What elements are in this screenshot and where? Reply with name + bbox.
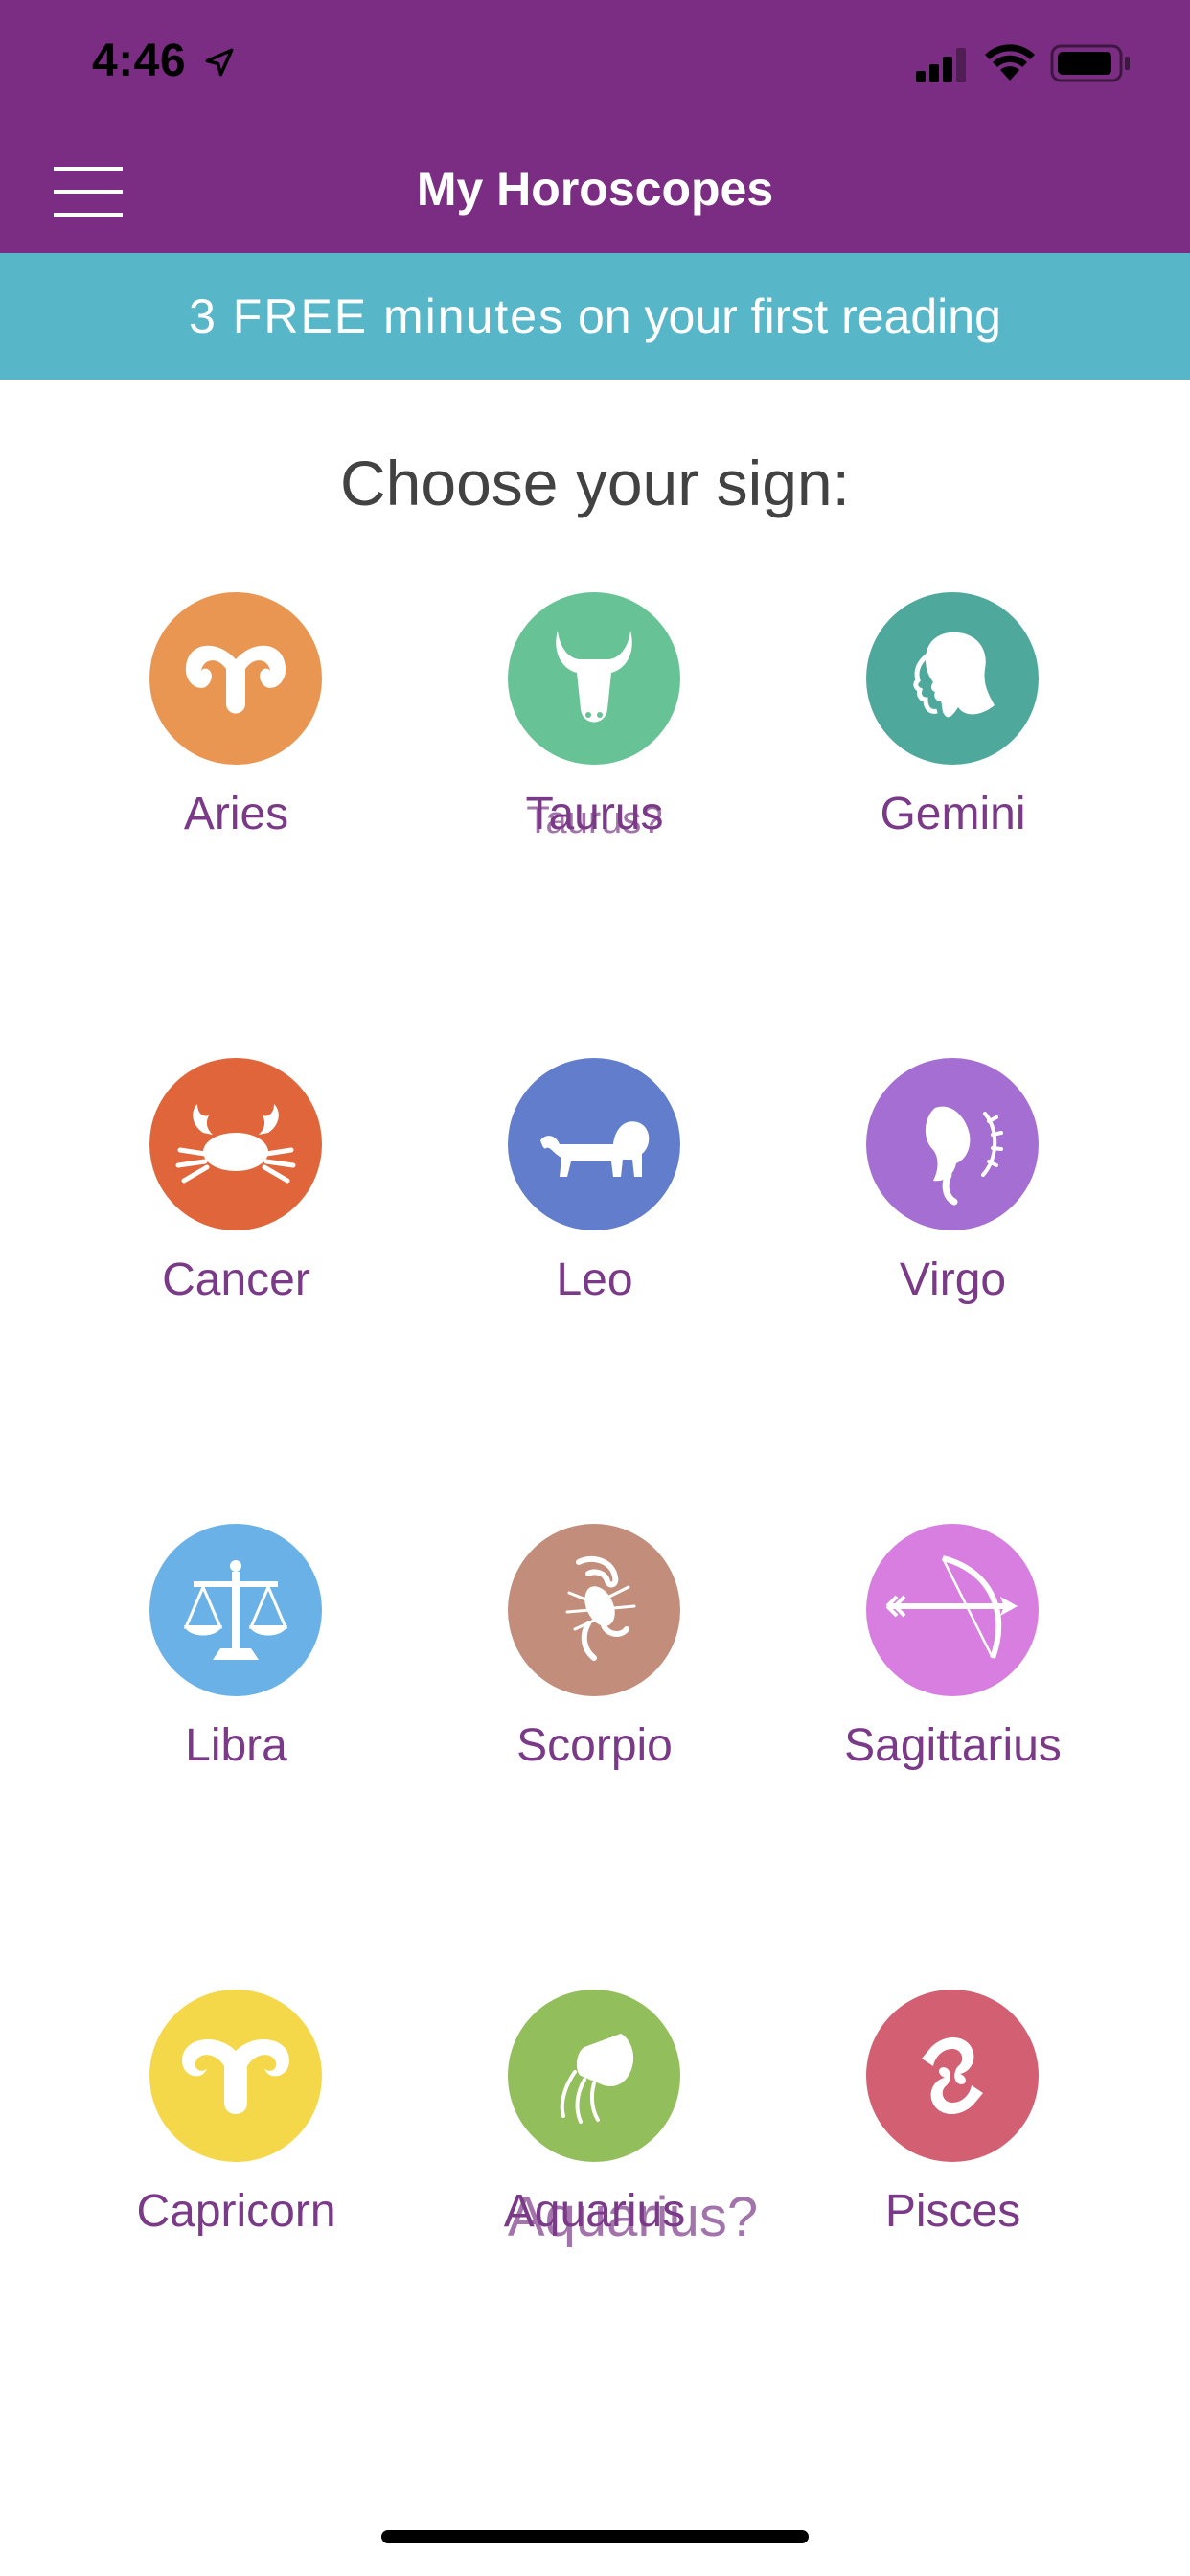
sign-label: Aries xyxy=(183,789,289,840)
sign-gemini[interactable]: Gemini xyxy=(774,592,1132,880)
sign-aquarius[interactable]: Aquarius Aquarius? xyxy=(416,1990,773,2277)
sign-circle xyxy=(508,592,680,765)
sign-cancer[interactable]: Cancer xyxy=(57,1058,415,1346)
twins-icon xyxy=(913,632,995,718)
sign-circle xyxy=(866,592,1039,765)
sign-circle xyxy=(149,1524,322,1696)
location-arrow-icon xyxy=(205,48,234,77)
sign-label: Sagittarius xyxy=(844,1720,1062,1771)
sign-circle xyxy=(866,1058,1039,1230)
sign-circle xyxy=(508,1990,680,2162)
cellular-signal-icon xyxy=(916,48,966,82)
sign-ghost-label: Aquarius? xyxy=(507,2186,759,2248)
sign-ghost-label: Taurus? xyxy=(526,799,663,841)
sign-circle xyxy=(149,592,322,765)
sign-circle xyxy=(508,1058,680,1230)
goat-icon xyxy=(182,2038,289,2114)
ram-icon xyxy=(185,645,286,714)
sign-pisces[interactable]: Pisces xyxy=(774,1990,1132,2277)
scales-icon xyxy=(183,1560,288,1660)
scorpion-icon xyxy=(565,1555,636,1661)
promo-banner[interactable]: 3 FREE minutes on your first reading xyxy=(0,253,1190,380)
crab-icon xyxy=(175,1104,296,1184)
page-title: My Horoscopes xyxy=(416,162,774,216)
sign-label: Leo xyxy=(556,1254,633,1305)
sign-sagittarius[interactable]: Sagittarius xyxy=(774,1524,1132,1811)
sign-taurus[interactable]: Taurus Taurus? xyxy=(416,592,773,880)
wifi-icon xyxy=(985,44,1035,80)
promo-highlight: 3 FREE minutes xyxy=(189,289,565,343)
status-time: 4:46 xyxy=(92,35,187,86)
sign-circle xyxy=(149,1058,322,1230)
lion-icon xyxy=(540,1121,650,1177)
sign-circle xyxy=(149,1990,322,2162)
sign-libra[interactable]: Libra xyxy=(57,1524,415,1811)
sign-label: Cancer xyxy=(162,1254,310,1305)
sign-circle xyxy=(866,1524,1039,1696)
sign-circle xyxy=(866,1990,1039,2162)
home-indicator[interactable] xyxy=(381,2530,809,2543)
battery-icon xyxy=(1050,44,1130,82)
sign-label: Virgo xyxy=(899,1254,1007,1305)
promo-text: on your first reading xyxy=(564,289,1001,343)
sign-label: Libra xyxy=(185,1720,287,1771)
fish-icon xyxy=(922,2036,983,2115)
sign-label: Capricorn xyxy=(136,2186,336,2237)
sign-label: Gemini xyxy=(880,789,1026,840)
status-bar: 4:46 xyxy=(0,0,1190,126)
sign-label: Scorpio xyxy=(516,1720,673,1771)
sign-capricorn[interactable]: Capricorn xyxy=(57,1990,415,2277)
water-bearer-icon xyxy=(560,2034,634,2124)
sign-scorpio[interactable]: Scorpio xyxy=(416,1524,773,1811)
sign-circle xyxy=(508,1524,680,1696)
sign-aries[interactable]: Aries xyxy=(57,592,415,880)
bull-icon xyxy=(556,631,632,723)
maiden-icon xyxy=(925,1106,1003,1206)
choose-sign-heading: Choose your sign: xyxy=(340,448,850,518)
sign-leo[interactable]: Leo xyxy=(416,1058,773,1346)
sign-virgo[interactable]: Virgo xyxy=(774,1058,1132,1346)
bow-arrow-icon xyxy=(885,1555,1018,1660)
sign-label: Pisces xyxy=(884,2186,1021,2237)
